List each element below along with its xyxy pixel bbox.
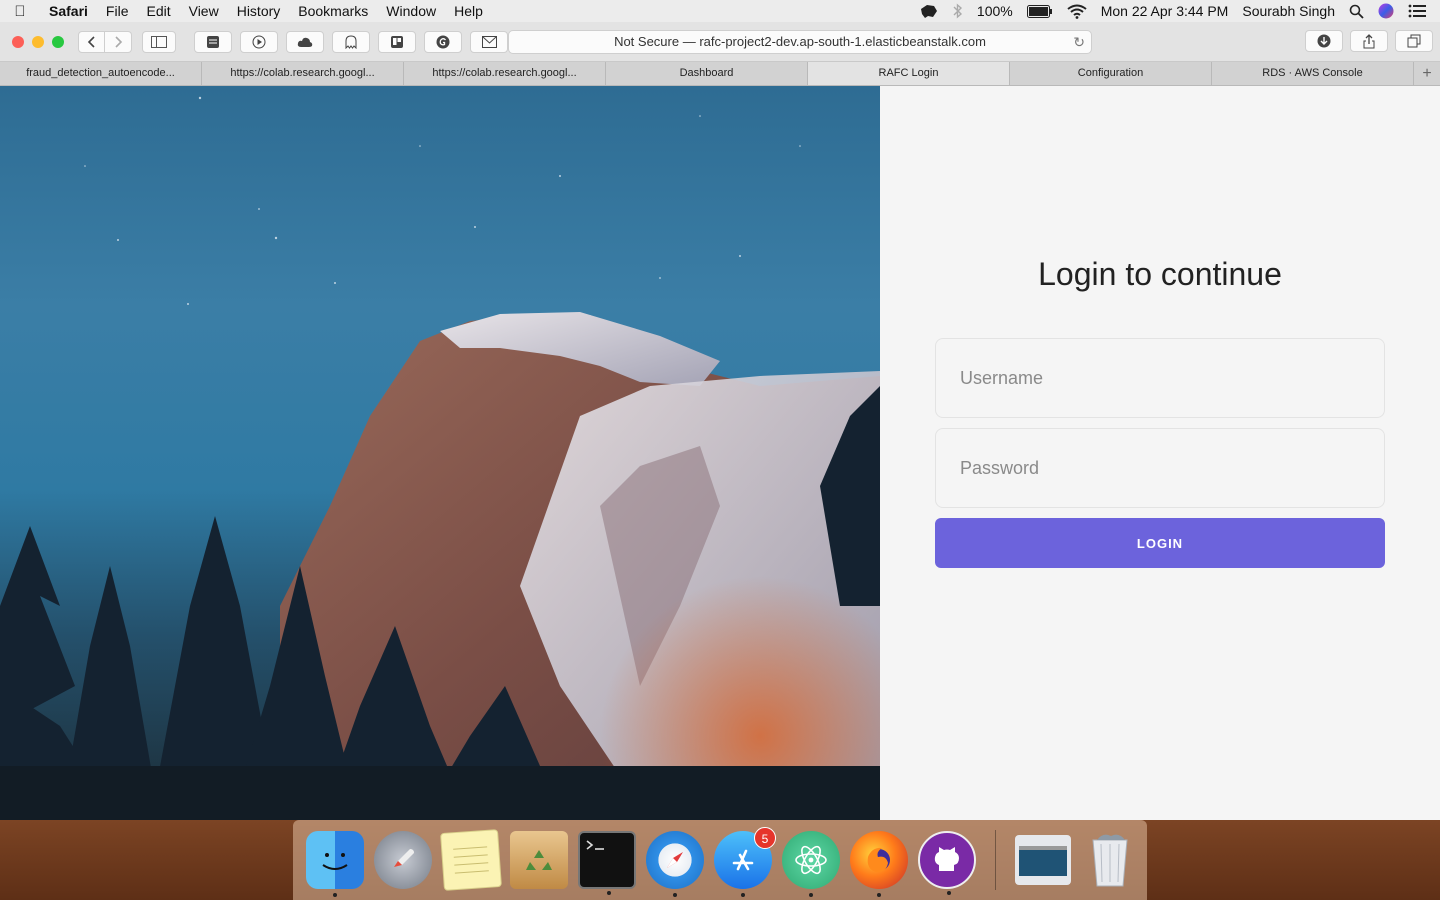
cloud-icon [297,37,313,47]
sidebar-icon [151,35,167,48]
battery-icon[interactable] [1026,4,1053,18]
sidebar-toggle-button[interactable] [142,30,176,53]
share-icon [1363,33,1375,48]
hero-image [0,86,880,820]
safari-running-indicator [673,893,677,897]
extension-button-6[interactable] [424,30,462,53]
login-button[interactable]: LOGIN [935,518,1385,568]
extension-button-1[interactable] [194,30,232,53]
app-store-icon[interactable]: 5 [714,827,776,897]
app-store-badge: 5 [754,827,776,849]
board-icon [391,35,403,48]
menu-file[interactable]: File [97,3,138,19]
menu-bar:  Safari File Edit View History Bookmark… [0,0,1440,22]
menu-window[interactable]: Window [377,3,445,19]
extension-button-5[interactable] [378,30,416,53]
tab-rds-console[interactable]: RDS · AWS Console [1212,62,1414,85]
chevron-right-icon [115,35,123,48]
tab-configuration[interactable]: Configuration [1010,62,1212,85]
spotlight-search-icon[interactable] [1349,4,1364,19]
atom-icon[interactable] [782,831,840,897]
github-running-indicator [947,891,951,895]
grammarly-icon [436,35,450,48]
bluetooth-icon[interactable] [953,3,963,19]
menu-history[interactable]: History [228,3,290,19]
stack-icon [207,35,219,48]
menu-app-name[interactable]: Safari [40,3,97,19]
tabs-icon [1407,34,1421,48]
share-button[interactable] [1350,30,1388,52]
nav-buttons [78,30,132,53]
archive-utility-icon[interactable] [510,831,568,889]
back-button[interactable] [78,30,105,53]
login-panel: Login to continue LOGIN [880,86,1440,820]
extension-button-3[interactable] [286,30,324,53]
atom-running-indicator [809,893,813,897]
minimized-window-icon[interactable] [1015,835,1071,885]
password-input[interactable] [935,428,1385,508]
tab-bar: fraud_detection_autoencode... https://co… [0,62,1440,86]
dock: 5 [293,820,1147,900]
menu-view[interactable]: View [180,3,228,19]
tab-rafc-login[interactable]: RAFC Login [808,62,1010,85]
terminal-running-indicator [607,891,611,895]
new-tab-button[interactable]: + [1414,62,1440,85]
web-page: Login to continue LOGIN [0,86,1440,820]
extension-button-7[interactable] [470,30,508,53]
siri-icon[interactable] [1378,3,1394,19]
reload-icon[interactable]: ↻ [1073,31,1085,53]
safari-icon[interactable] [646,831,704,897]
user-name[interactable]: Sourabh Singh [1242,3,1335,19]
username-input[interactable] [935,338,1385,418]
tab-overview-button[interactable] [1395,30,1433,52]
notes-icon[interactable] [440,829,502,891]
battery-percent[interactable]: 100% [977,3,1013,19]
launchpad-icon[interactable] [374,831,432,889]
browser-toolbar: Not Secure — rafc-project2-dev.ap-south-… [0,22,1440,62]
finder-running-indicator [333,893,337,897]
zoom-window-button[interactable] [52,35,64,48]
downloads-button[interactable] [1305,30,1343,52]
mail-icon [481,35,497,48]
address-bar[interactable]: Not Secure — rafc-project2-dev.ap-south-… [508,30,1092,54]
tab-dashboard[interactable]: Dashboard [606,62,808,85]
terminal-icon[interactable] [578,831,636,895]
tab-colab-2[interactable]: https://colab.research.googl... [404,62,606,85]
github-desktop-icon[interactable] [918,831,976,895]
firefox-icon[interactable] [850,831,908,897]
dock-separator [995,830,996,890]
login-title: Login to continue [1038,256,1282,292]
extension-button-4[interactable] [332,30,370,53]
forward-button[interactable] [105,30,132,53]
close-window-button[interactable] [12,35,24,48]
extension-button-2[interactable] [240,30,278,53]
minimize-window-button[interactable] [32,35,44,48]
notification-center-icon[interactable] [1408,4,1426,18]
chevron-left-icon [87,35,95,48]
window-controls [0,35,78,48]
finder-icon[interactable] [306,831,364,897]
address-text: Not Secure — rafc-project2-dev.ap-south-… [614,34,986,49]
firefox-running-indicator [877,893,881,897]
wifi-icon[interactable] [1067,4,1087,19]
tab-fraud-detection[interactable]: fraud_detection_autoencode... [0,62,202,85]
menu-bookmarks[interactable]: Bookmarks [289,3,377,19]
ghost-icon [345,34,357,49]
tab-colab-1[interactable]: https://colab.research.googl... [202,62,404,85]
trash-icon[interactable] [1081,831,1139,889]
clock[interactable]: Mon 22 Apr 3:44 PM [1101,3,1229,19]
menu-edit[interactable]: Edit [137,3,179,19]
play-icon [252,35,266,48]
download-icon [1317,34,1331,48]
app-store-running-indicator [741,893,745,897]
apple-menu-icon[interactable]:  [0,3,40,20]
menu-help[interactable]: Help [445,3,492,19]
evernote-icon[interactable] [919,3,939,19]
